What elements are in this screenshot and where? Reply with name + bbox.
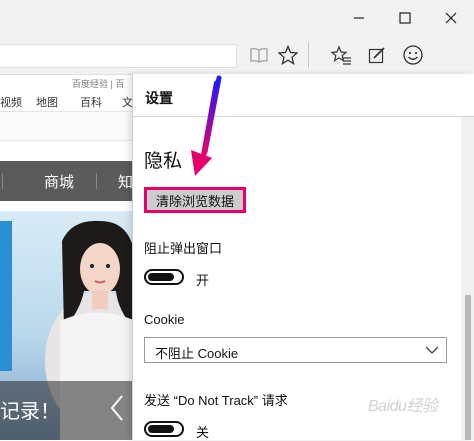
clear-browsing-data-button[interactable]: 清除浏览数据: [144, 187, 246, 213]
feedback-smiley-icon: [403, 45, 423, 65]
settings-scrollbar[interactable]: [461, 117, 474, 440]
cookie-select[interactable]: 不阻止 Cookie: [144, 337, 447, 363]
carousel-prev-icon[interactable]: [108, 393, 126, 423]
site-main-nav: 商城 知: [0, 161, 140, 201]
block-popups-toggle[interactable]: [144, 269, 184, 285]
settings-header: 设置: [133, 74, 474, 117]
do-not-track-state: 关: [196, 425, 210, 440]
title-bar: [0, 0, 474, 36]
hub-icon: [330, 45, 351, 65]
nav-link[interactable]: 知: [118, 171, 133, 192]
cookie-select-value: 不阻止 Cookie: [155, 346, 239, 361]
feedback-button[interactable]: [400, 42, 426, 68]
favorite-button[interactable]: [275, 42, 301, 68]
nav-divider: [2, 173, 3, 189]
maximize-icon: [399, 12, 411, 24]
favorite-star-icon: [278, 45, 298, 65]
watermark-text: Baidu经验: [368, 398, 438, 415]
chevron-down-icon: [425, 346, 439, 354]
privacy-section-title: 隐私: [144, 151, 183, 172]
close-button[interactable]: [428, 0, 474, 36]
web-note-icon: [368, 47, 385, 64]
cookie-label: Cookie: [144, 312, 185, 327]
do-not-track-label: 发送 “Do Not Track” 请求: [144, 393, 288, 408]
top-links[interactable]: 百度经验 | 百: [72, 79, 124, 90]
web-note-button[interactable]: [364, 42, 390, 68]
maximize-button[interactable]: [382, 0, 428, 36]
hero-banner[interactable]: 记录！: [0, 211, 140, 440]
toggle-knob: [148, 273, 174, 281]
address-bar[interactable]: [0, 44, 237, 68]
search-category-nav: 视频 地图 百科 文: [0, 92, 140, 110]
reading-view-icon: [250, 48, 268, 63]
settings-panel: 设置 隐私 清除浏览数据 阻止弹出窗口 开 Cookie 不阻止 Cookie …: [132, 74, 474, 440]
settings-title: 设置: [145, 90, 173, 106]
block-popups-label: 阻止弹出窗口: [144, 241, 223, 256]
nav-link[interactable]: 商城: [44, 171, 74, 192]
page-search-box[interactable]: [0, 111, 140, 141]
reading-view-button[interactable]: [246, 42, 272, 68]
web-page: 百度经验 | 百 视频 地图 百科 文 商城 知 记录！: [0, 75, 140, 440]
block-popups-state: 开: [196, 273, 210, 288]
minimize-icon: [354, 17, 364, 19]
hub-button[interactable]: [328, 42, 354, 68]
toolbar-separator: [308, 42, 309, 68]
do-not-track-toggle[interactable]: [144, 421, 184, 437]
nav-link[interactable]: 地图: [36, 94, 58, 110]
close-icon: [445, 12, 457, 24]
nav-link[interactable]: 百科: [80, 94, 102, 110]
nav-divider: [96, 173, 97, 189]
nav-link[interactable]: 视频: [0, 94, 22, 110]
minimize-button[interactable]: [336, 0, 382, 36]
toggle-knob: [148, 425, 174, 433]
scrollbar-thumb[interactable]: [465, 295, 471, 440]
banner-caption: 记录！: [0, 401, 60, 423]
